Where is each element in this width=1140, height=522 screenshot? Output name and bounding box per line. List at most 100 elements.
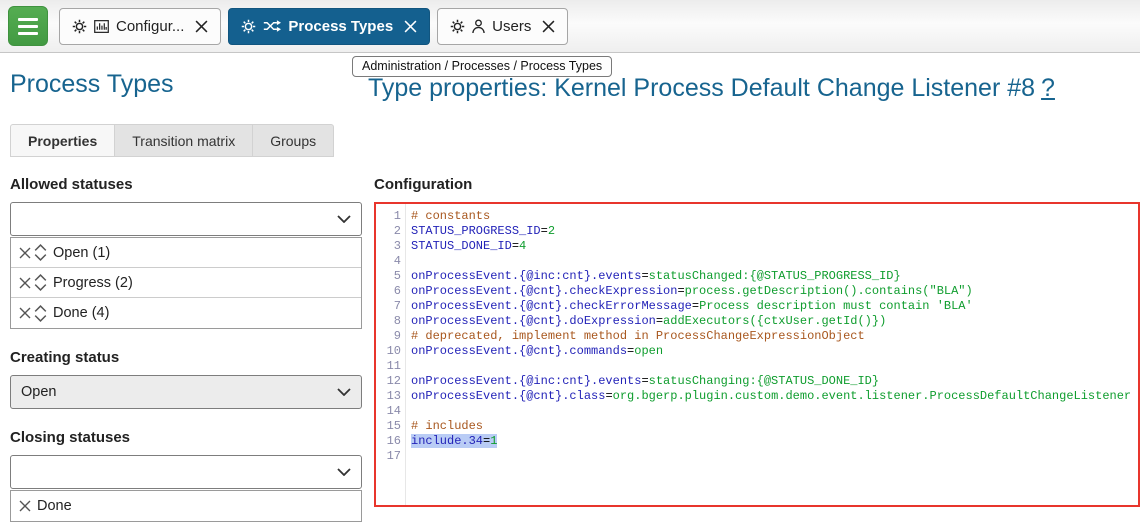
code-area: # constantsSTATUS_PROGRESS_ID=2STATUS_DO…: [406, 204, 1138, 505]
app-tab-users[interactable]: Users: [437, 8, 568, 45]
allowed-status-item[interactable]: Done (4): [11, 298, 361, 328]
line-number: 12: [376, 374, 401, 389]
sliders-icon: [94, 20, 109, 33]
topbar: Configur... Process Types Users: [0, 0, 1140, 53]
sort-handle-icon[interactable]: [34, 274, 47, 291]
configuration-section: Configuration 1234567891011121314151617 …: [374, 176, 1140, 507]
status-item-label: Done: [37, 498, 72, 514]
code-line: # includes: [411, 419, 1138, 434]
code-token-key: onProcessEvent.{@cnt}.doExpression: [411, 314, 656, 328]
line-number: 1: [376, 209, 401, 224]
code-token-plain: =: [512, 239, 519, 253]
code-token-comment: # includes: [411, 419, 483, 433]
code-line: [411, 254, 1138, 269]
allowed-status-item[interactable]: Progress (2): [11, 268, 361, 298]
code-token-value: 2: [548, 224, 555, 238]
code-token-plain: =: [605, 389, 612, 403]
line-number: 8: [376, 314, 401, 329]
chevron-down-icon: [337, 468, 351, 476]
allowed-statuses-list: Open (1) Progress (2) Done (4): [10, 237, 362, 329]
code-line: onProcessEvent.{@cnt}.checkErrorMessage=…: [411, 299, 1138, 314]
status-item-label: Open (1): [53, 245, 110, 261]
code-token-key: onProcessEvent.{@cnt}.class: [411, 389, 605, 403]
code-line: onProcessEvent.{@inc:cnt}.events=statusC…: [411, 269, 1138, 284]
allowed-statuses-select[interactable]: [10, 202, 362, 236]
configuration-label: Configuration: [374, 176, 1140, 193]
breadcrumb-tooltip: Administration / Processes / Process Typ…: [352, 56, 612, 77]
code-token-comment: # constants: [411, 209, 490, 223]
line-number: 2: [376, 224, 401, 239]
code-token-value: org.bgerp.plugin.custom.demo.event.liste…: [613, 389, 1131, 403]
tab-groups[interactable]: Groups: [253, 124, 334, 157]
menu-button[interactable]: [8, 6, 48, 46]
line-number: 4: [376, 254, 401, 269]
code-token-key: STATUS_PROGRESS_ID: [411, 224, 541, 238]
code-token-key: onProcessEvent.{@inc:cnt}.events: [411, 269, 641, 283]
sort-handle-icon[interactable]: [34, 305, 47, 322]
code-line: # deprecated, implement method in Proces…: [411, 329, 1138, 344]
close-icon[interactable]: [542, 20, 555, 33]
line-number: 11: [376, 359, 401, 374]
line-number: 17: [376, 449, 401, 464]
line-numbers-gutter: 1234567891011121314151617: [376, 204, 406, 505]
creating-status-label: Creating status: [10, 349, 362, 366]
code-token-value: 4: [519, 239, 526, 253]
line-number: 7: [376, 299, 401, 314]
creating-status-select[interactable]: Open: [10, 375, 362, 409]
close-icon[interactable]: [195, 20, 208, 33]
remove-icon[interactable]: [19, 307, 31, 319]
sort-handle-icon[interactable]: [34, 244, 47, 261]
code-line: STATUS_DONE_ID=4: [411, 239, 1138, 254]
gear-icon: [450, 19, 465, 34]
code-token-value: addExecutors({ctxUser.getId()}): [663, 314, 886, 328]
line-number: 5: [376, 269, 401, 284]
code-token-value: 1: [490, 434, 497, 448]
remove-icon[interactable]: [19, 500, 31, 512]
page-title: Process Types: [10, 70, 174, 99]
remove-icon[interactable]: [19, 247, 31, 259]
code-line: [411, 449, 1138, 464]
chevron-down-icon: [337, 388, 351, 396]
hamburger-icon: [18, 18, 38, 21]
code-line: onProcessEvent.{@cnt}.checkExpression=pr…: [411, 284, 1138, 299]
closing-status-item[interactable]: Done: [11, 491, 361, 521]
help-link[interactable]: ?: [1041, 74, 1055, 102]
app-tab-configuration[interactable]: Configur...: [59, 8, 221, 45]
code-token-plain: =: [677, 284, 684, 298]
allowed-status-item[interactable]: Open (1): [11, 238, 361, 268]
line-number: 3: [376, 239, 401, 254]
tab-properties[interactable]: Properties: [10, 124, 115, 157]
selection-highlight: include.34=1: [411, 434, 497, 448]
close-icon[interactable]: [404, 20, 417, 33]
code-line: STATUS_PROGRESS_ID=2: [411, 224, 1138, 239]
line-number: 14: [376, 404, 401, 419]
status-item-label: Progress (2): [53, 275, 133, 291]
code-token-key: STATUS_DONE_ID: [411, 239, 512, 253]
code-token-key: onProcessEvent.{@cnt}.checkExpression: [411, 284, 677, 298]
remove-icon[interactable]: [19, 277, 31, 289]
code-token-plain: =: [656, 314, 663, 328]
line-number: 13: [376, 389, 401, 404]
status-item-label: Done (4): [53, 305, 109, 321]
code-line: [411, 359, 1138, 374]
app-tab-process-types[interactable]: Process Types: [228, 8, 430, 45]
hamburger-icon: [18, 32, 38, 35]
app-tab-label: Users: [492, 18, 531, 35]
code-line: include.34=1: [411, 434, 1138, 449]
code-line: onProcessEvent.{@cnt}.doExpression=addEx…: [411, 314, 1138, 329]
code-line: onProcessEvent.{@cnt}.class=org.bgerp.pl…: [411, 389, 1138, 404]
code-token-plain: =: [541, 224, 548, 238]
tab-transition-matrix[interactable]: Transition matrix: [115, 124, 253, 157]
code-token-value: statusChanged:{@STATUS_PROGRESS_ID}: [649, 269, 901, 283]
code-token-plain: =: [641, 269, 648, 283]
chevron-down-icon: [337, 215, 351, 223]
select-value: Open: [21, 384, 56, 400]
detail-title-text: Type properties: Kernel Process Default …: [368, 74, 1035, 102]
code-token-value: statusChanging:{@STATUS_DONE_ID}: [649, 374, 879, 388]
closing-statuses-select[interactable]: [10, 455, 362, 489]
shuffle-icon: [263, 20, 281, 32]
configuration-code-editor[interactable]: 1234567891011121314151617 # constantsSTA…: [374, 202, 1140, 507]
view-tabs: PropertiesTransition matrixGroups: [10, 124, 334, 157]
app-tab-label: Process Types: [288, 18, 393, 35]
code-line: onProcessEvent.{@inc:cnt}.events=statusC…: [411, 374, 1138, 389]
